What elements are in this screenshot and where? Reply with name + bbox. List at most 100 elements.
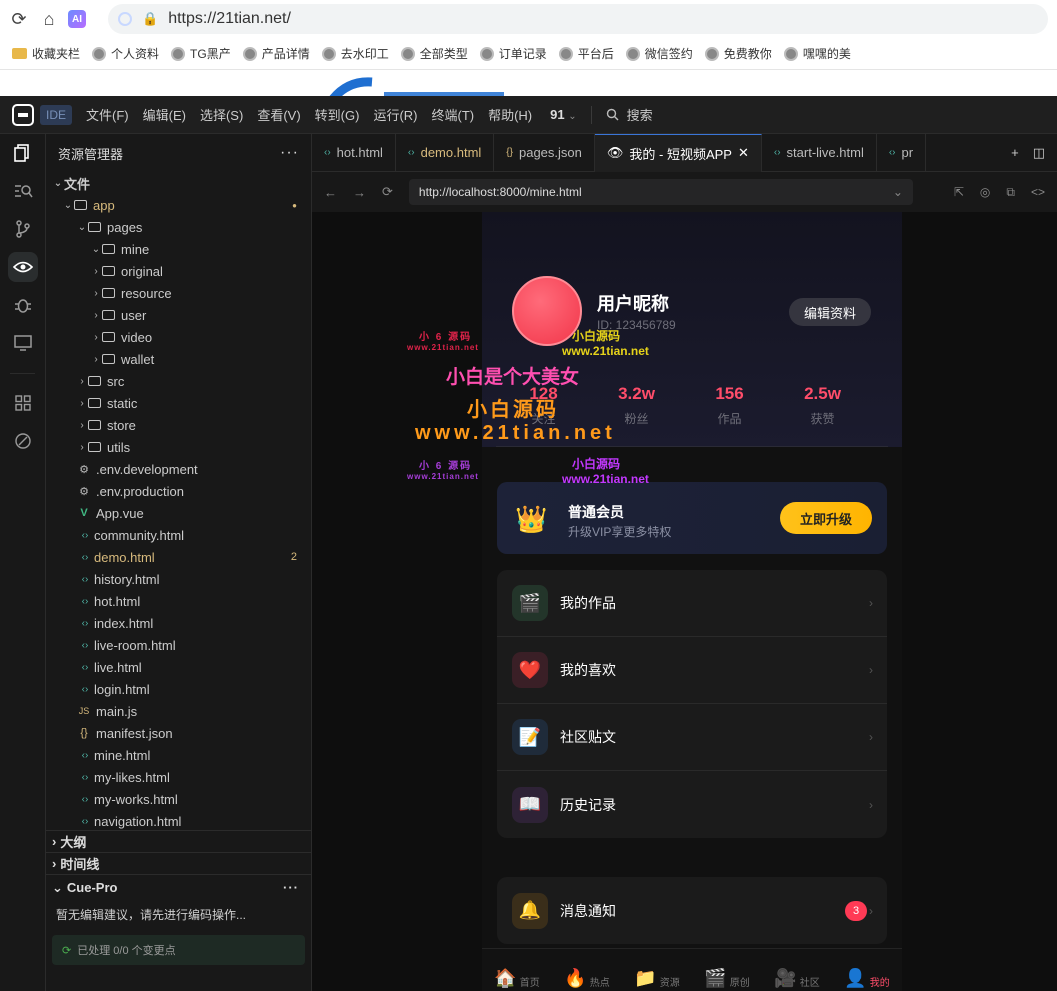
split-editor-icon[interactable]: ◫ — [1033, 145, 1045, 161]
explorer-icon[interactable] — [0, 134, 46, 172]
home-icon[interactable]: ⌂ — [34, 4, 64, 34]
tree-item[interactable]: ‹› my-works.html — [46, 788, 311, 810]
tree-item[interactable]: › resource — [46, 282, 311, 304]
bookmark-item[interactable]: 嘿嘿的美 — [783, 45, 851, 62]
tree-item[interactable]: › src — [46, 370, 311, 392]
ai-assistant-icon[interactable] — [0, 422, 46, 460]
tree-item[interactable]: ‹› history.html — [46, 568, 311, 590]
nav-item[interactable]: 📁 资源 — [634, 968, 679, 989]
command-search[interactable]: 搜索 — [606, 105, 653, 124]
tree-item[interactable]: › store — [46, 414, 311, 436]
nav-item[interactable]: 🎬 原创 — [704, 968, 749, 989]
refresh-icon[interactable]: ⟳ — [382, 184, 393, 200]
reload-icon[interactable]: ⟳ — [4, 4, 34, 34]
ai-icon[interactable]: AI — [68, 10, 86, 28]
menu-item-menu1[interactable]: ❤️ 我的喜欢 › — [497, 637, 887, 704]
tree-item[interactable]: ‹› live-room.html — [46, 634, 311, 656]
workspace-selector[interactable]: 91 ⌄ — [550, 107, 576, 122]
menu-item-menu2[interactable]: 🔔 消息通知 3 › — [497, 877, 887, 944]
more-actions-icon[interactable]: ··· — [280, 144, 299, 162]
screenshot-icon[interactable]: ⧉ — [1006, 185, 1015, 200]
editor-tab[interactable]: ‹› demo.html — [396, 133, 495, 172]
bookmark-item[interactable]: 订单记录 — [479, 45, 547, 62]
tree-item[interactable]: ‹› mine.html — [46, 744, 311, 766]
site-info-icon[interactable] — [118, 12, 132, 26]
code-icon[interactable]: <> — [1031, 185, 1045, 200]
preview-eye-icon[interactable] — [0, 248, 46, 286]
menu-item-menu1[interactable]: 📖 历史记录 › — [497, 771, 887, 838]
tree-item[interactable]: ⚙ .env.production — [46, 480, 311, 502]
stat-item[interactable]: 3.2w 粉丝 — [590, 384, 683, 427]
new-tab-icon[interactable]: + — [1011, 145, 1019, 161]
menu-item[interactable]: 文件(F) — [86, 105, 129, 124]
tree-item[interactable]: ⌄ pages — [46, 216, 311, 238]
tree-item[interactable]: ‹› login.html — [46, 678, 311, 700]
inspect-cursor-icon[interactable]: ⇱ — [954, 185, 964, 200]
editor-tab[interactable]: ‹› hot.html — [312, 133, 396, 172]
menu-item-menu1[interactable]: 📝 社区贴文 › — [497, 704, 887, 771]
bookmark-item[interactable]: 收藏夹栏 — [12, 45, 80, 62]
tree-item[interactable]: ‹› index.html — [46, 612, 311, 634]
tree-item[interactable]: › utils — [46, 436, 311, 458]
editor-tab[interactable]: {} pages.json — [494, 133, 595, 172]
editor-tab[interactable]: ‹› start-live.html — [762, 133, 877, 172]
tree-item[interactable]: JS main.js — [46, 700, 311, 722]
edit-profile-button[interactable]: 编辑资料 — [789, 298, 871, 326]
editor-tab[interactable]: 👁 我的 - 短视频APP ✕ — [594, 133, 762, 172]
tree-item[interactable]: ‹› navigation.html — [46, 810, 311, 830]
browser-address-bar[interactable]: 🔒 https://21tian.net/ — [108, 4, 1048, 34]
bookmark-item[interactable]: TG黑产 — [171, 45, 231, 62]
nav-item[interactable]: 🎥 社区 — [774, 968, 819, 989]
tree-item[interactable]: › user — [46, 304, 311, 326]
editor-tab[interactable]: ‹› pr — [877, 133, 927, 172]
menu-item[interactable]: 编辑(E) — [143, 105, 186, 124]
source-control-icon[interactable] — [0, 210, 46, 248]
tree-item[interactable]: ⌄ app ● — [46, 194, 311, 216]
bookmark-item[interactable]: 全部类型 — [400, 45, 468, 62]
bookmark-item[interactable]: 平台后 — [558, 45, 614, 62]
forward-arrow-icon[interactable]: → — [353, 185, 366, 200]
avatar[interactable] — [512, 276, 582, 346]
stat-item[interactable]: 128 关注 — [497, 384, 590, 427]
tree-item[interactable]: ⚙ .env.development — [46, 458, 311, 480]
vip-card[interactable]: 👑 普通会员 升级VIP享更多特权 立即升级 — [497, 482, 887, 554]
upgrade-button[interactable]: 立即升级 — [780, 502, 872, 534]
tree-item[interactable]: ⌄ mine — [46, 238, 311, 260]
tree-item[interactable]: › original — [46, 260, 311, 282]
tree-item[interactable]: ‹› live.html — [46, 656, 311, 678]
menu-item[interactable]: 帮助(H) — [488, 105, 532, 124]
bookmark-item[interactable]: 免费教你 — [704, 45, 772, 62]
remote-display-icon[interactable] — [0, 324, 46, 362]
tree-item[interactable]: ‹› my-likes.html — [46, 766, 311, 788]
section-cue-pro[interactable]: ⌄ Cue-Pro ··· — [46, 874, 311, 900]
bookmark-item[interactable]: 产品详情 — [242, 45, 310, 62]
tree-item[interactable]: V App.vue — [46, 502, 311, 524]
section-outline[interactable]: › 大纲 — [46, 830, 311, 852]
menu-item-menu1[interactable]: 🎬 我的作品 › — [497, 570, 887, 637]
close-icon[interactable]: ✕ — [738, 145, 749, 161]
nav-item[interactable]: 🏠 首页 — [494, 968, 539, 989]
section-files[interactable]: ⌄ 文件 — [46, 172, 311, 194]
menu-item[interactable]: 选择(S) — [200, 105, 243, 124]
menu-item[interactable]: 终端(T) — [431, 105, 474, 124]
tree-item[interactable]: › wallet — [46, 348, 311, 370]
tree-item[interactable]: › static — [46, 392, 311, 414]
extensions-icon[interactable] — [0, 384, 46, 422]
tree-item[interactable]: ‹› community.html — [46, 524, 311, 546]
section-timeline[interactable]: › 时间线 — [46, 852, 311, 874]
bookmark-item[interactable]: 微信签约 — [625, 45, 693, 62]
tree-item[interactable]: ‹› hot.html — [46, 590, 311, 612]
chevron-down-icon[interactable]: ⌄ — [893, 185, 903, 199]
target-icon[interactable]: ◎ — [980, 185, 990, 200]
bookmark-item[interactable]: 个人资料 — [92, 45, 159, 62]
stat-item[interactable]: 2.5w 获赞 — [776, 384, 869, 427]
nav-item[interactable]: 🔥 热点 — [564, 968, 609, 989]
tree-item[interactable]: › video — [46, 326, 311, 348]
stat-item[interactable]: 156 作品 — [683, 384, 776, 427]
menu-item[interactable]: 转到(G) — [315, 105, 360, 124]
tree-item[interactable]: {} manifest.json — [46, 722, 311, 744]
tree-item[interactable]: ‹› demo.html 2 — [46, 546, 311, 568]
debug-icon[interactable] — [0, 286, 46, 324]
menu-item[interactable]: 查看(V) — [257, 105, 300, 124]
preview-address-bar[interactable]: http://localhost:8000/mine.html ⌄ — [408, 179, 913, 205]
